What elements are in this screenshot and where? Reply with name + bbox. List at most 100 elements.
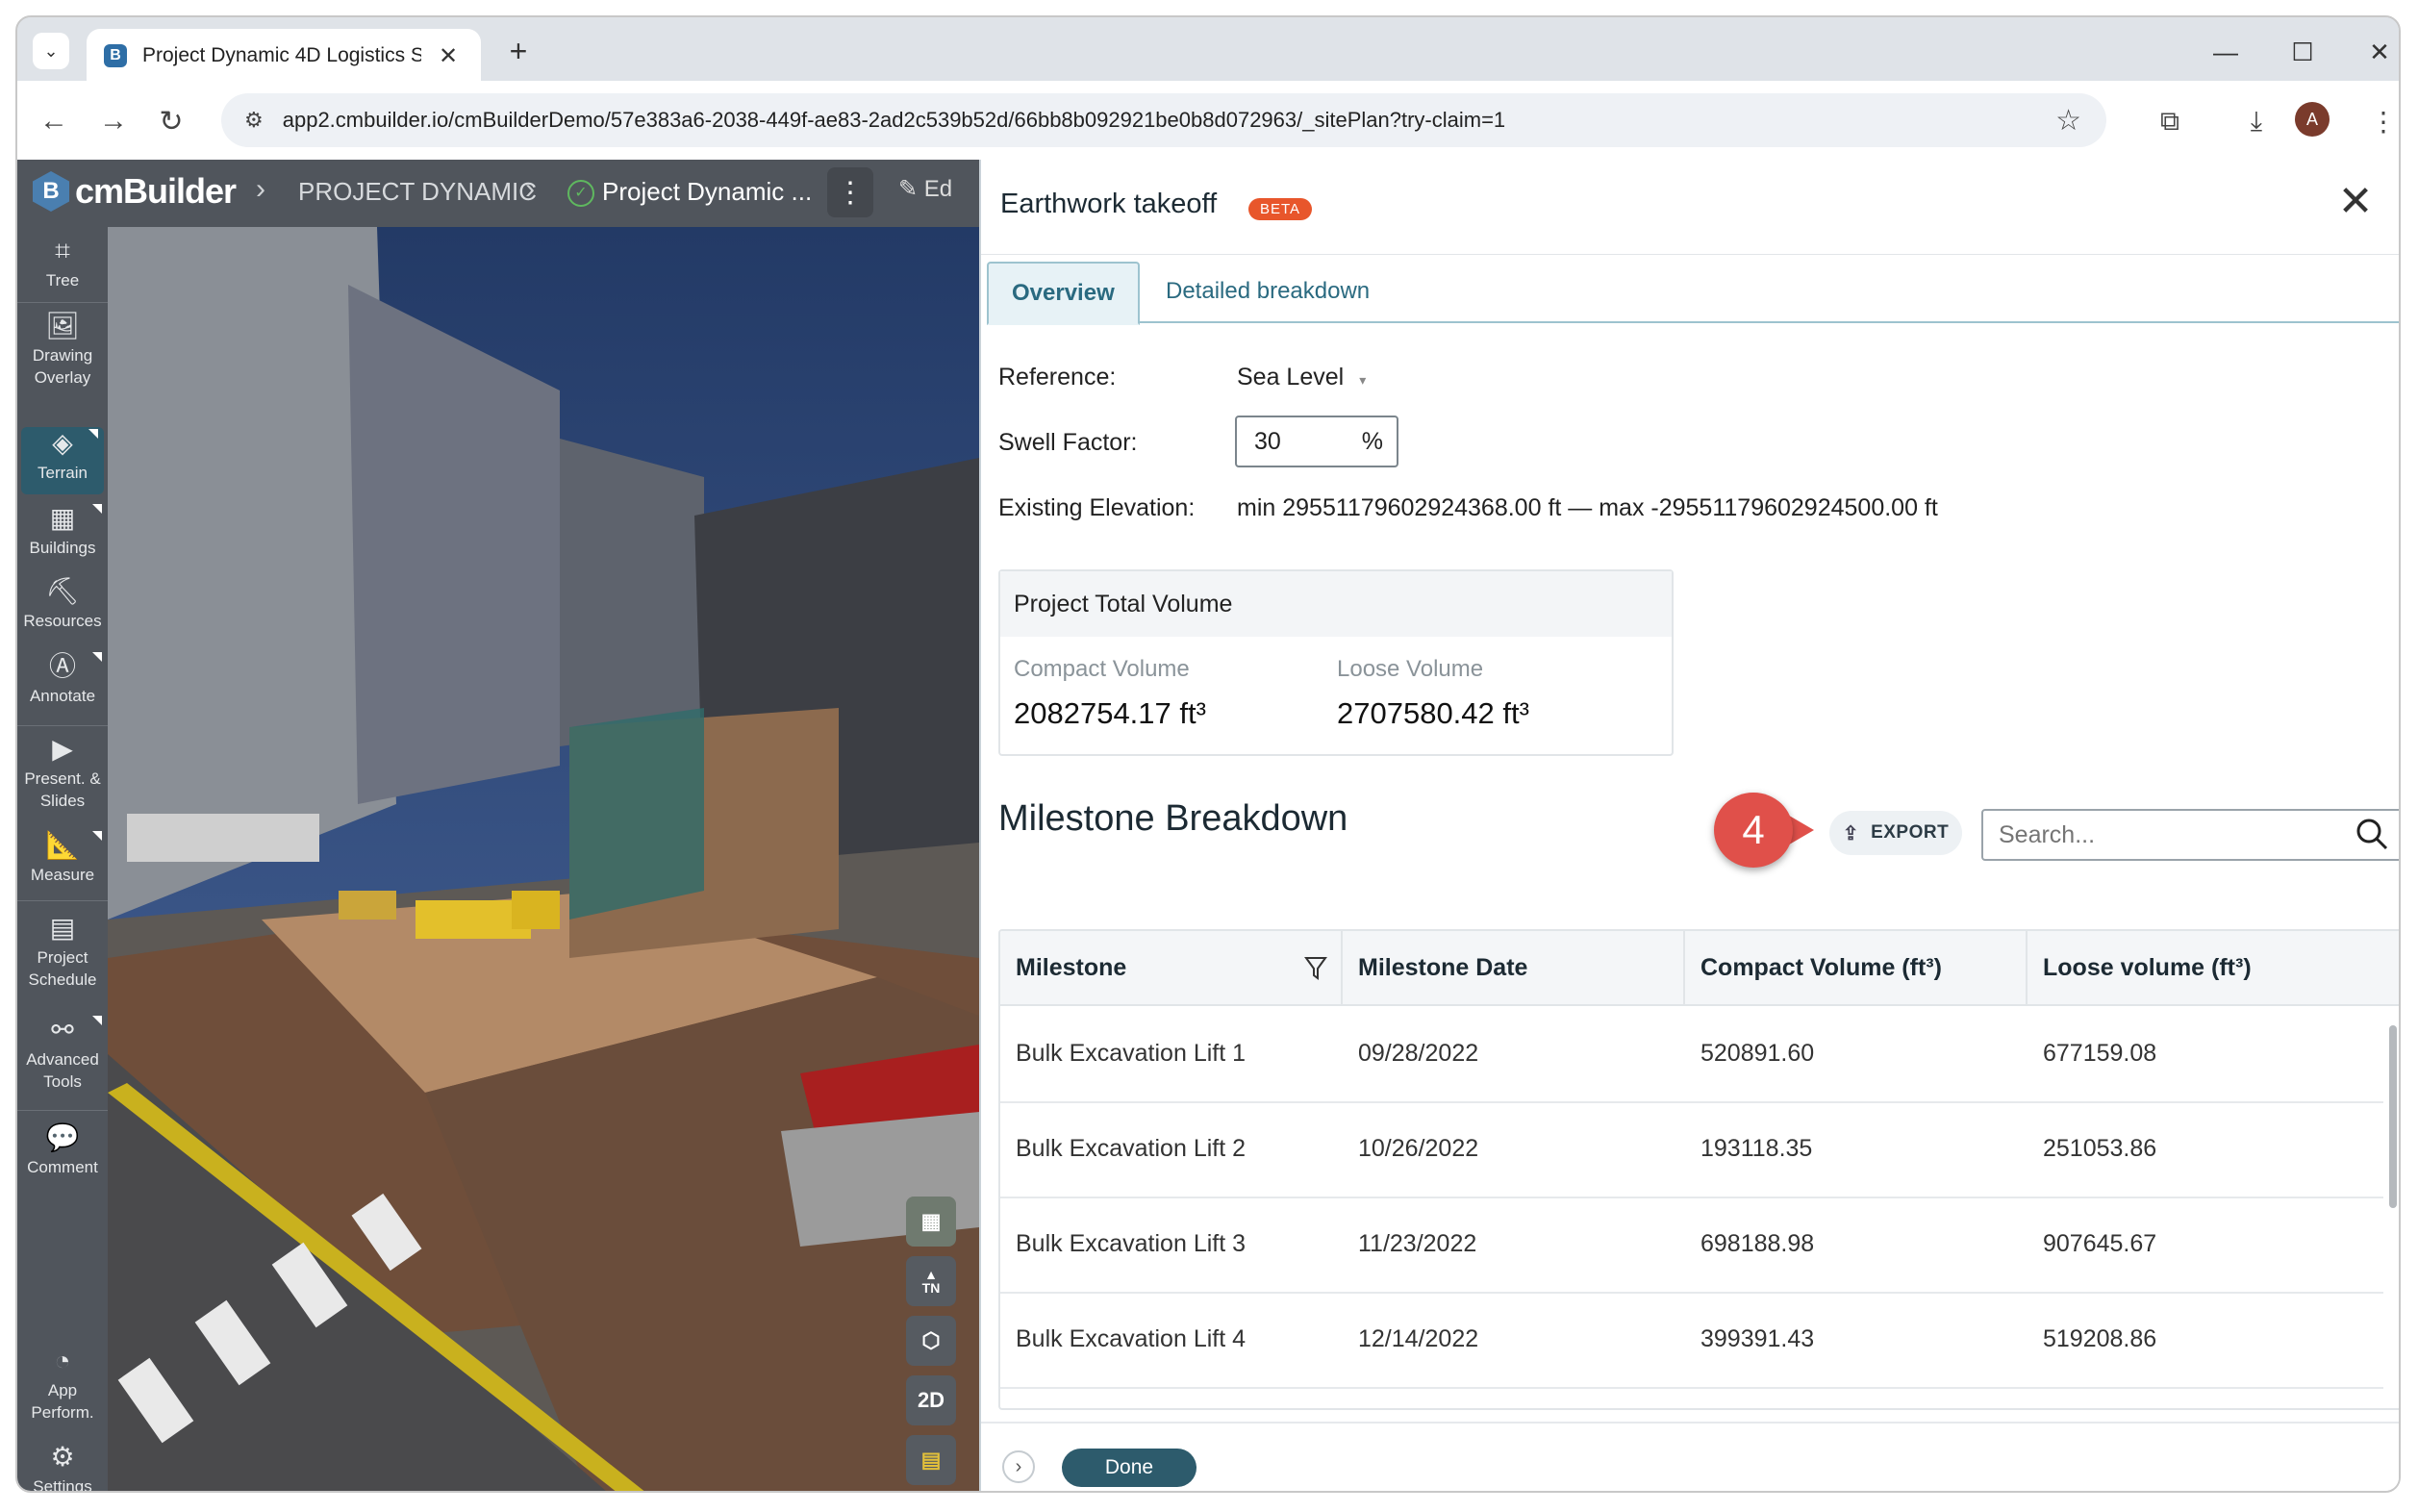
tab-detailed-breakdown[interactable]: Detailed breakdown <box>1143 262 1393 321</box>
submenu-indicator <box>92 831 102 841</box>
cmbuilder-favicon-icon: B <box>104 44 127 67</box>
tab-overview[interactable]: Overview <box>987 262 1140 325</box>
sidebar-item-annotate[interactable]: Ⓐ Annotate <box>17 650 108 707</box>
download-icon[interactable]: ⤓ <box>2237 102 2276 140</box>
swell-factor-input[interactable]: 30% <box>1235 416 1398 467</box>
sidebar-item-measure[interactable]: 📐 Measure <box>17 829 108 886</box>
done-button[interactable]: Done <box>1062 1449 1196 1487</box>
column-header-loose-volume[interactable]: Loose volume (ft³) <box>2028 931 2399 1004</box>
north-arrow-icon: ▲ <box>924 1267 938 1282</box>
close-window-button[interactable]: ✕ <box>2351 33 2399 71</box>
extensions-icon[interactable]: ⧉ <box>2151 102 2189 140</box>
sidebar-item-settings[interactable]: ⚙ Settings <box>17 1441 108 1493</box>
swell-factor-value: 30 <box>1254 427 1281 455</box>
sidebar-item-label: Comment <box>27 1158 98 1176</box>
forward-button[interactable]: → <box>92 100 135 142</box>
cell-loose-volume: 677159.08 <box>2043 1040 2157 1067</box>
expand-panel-button[interactable]: › <box>1002 1450 1035 1483</box>
image-icon: 🖼 <box>45 311 80 340</box>
north-toggle-button[interactable]: ▲ TN <box>906 1256 956 1306</box>
map-icon: ▦ <box>920 1209 942 1233</box>
pencil-icon: ✎ <box>898 176 919 202</box>
search-input[interactable] <box>1997 819 2328 850</box>
3d-viewport[interactable]: ▦ ▲ TN ⬡ 2D ▤ <box>108 227 979 1491</box>
submenu-indicator <box>88 429 98 439</box>
filter-icon[interactable] <box>1304 956 1327 981</box>
cell-loose-volume: 907645.67 <box>2043 1230 2157 1257</box>
sidebar-divider <box>17 725 108 726</box>
sidebar-item-label: Buildings <box>29 539 96 557</box>
sidebar-item-presentations[interactable]: ▶ Present. & Slides <box>17 733 108 812</box>
cell-date: 11/23/2022 <box>1358 1230 1477 1257</box>
table-scrollbar[interactable] <box>2389 1025 2397 1208</box>
sidebar-item-app-performance[interactable]: ◔ App Perform. <box>17 1345 108 1424</box>
cell-milestone: Bulk Excavation Lift 4 <box>1016 1325 1247 1352</box>
table-row[interactable]: Bulk Excavation Lift 2 10/26/2022 193118… <box>1000 1101 2383 1198</box>
minimize-button[interactable]: — <box>2197 33 2254 71</box>
project-total-volume-card: Project Total Volume Compact Volume 2082… <box>998 569 1674 756</box>
sidebar-item-comment[interactable]: 💬 Comment <box>17 1121 108 1178</box>
sidebar-item-drawing-overlay[interactable]: 🖼 Drawing Overlay <box>17 310 108 389</box>
terrain-icon: ◈ <box>52 428 73 458</box>
chevron-right-icon: › <box>1015 1455 1022 1477</box>
breadcrumb-project[interactable]: PROJECT DYNAMIC <box>298 177 537 207</box>
logo-text: cmBuilder <box>75 171 237 211</box>
cell-loose-volume: 251053.86 <box>2043 1135 2157 1162</box>
sidebar-item-buildings[interactable]: ▦ Buildings <box>17 502 108 559</box>
submenu-indicator <box>92 1016 102 1025</box>
buildings-icon: ▦ <box>49 503 76 533</box>
column-header-compact-volume[interactable]: Compact Volume (ft³) <box>1685 931 2028 1004</box>
site-settings-icon[interactable]: ⚙ <box>244 108 264 133</box>
reference-dropdown[interactable]: Sea Level ▾ <box>1237 364 1366 391</box>
app-area: B cmBuilder › PROJECT DYNAMIC › ✓ Project… <box>17 160 2399 1493</box>
existing-elevation-value: min 29551179602924368.00 ft — max -29551… <box>1237 494 1938 521</box>
sidebar-item-advanced-tools[interactable]: ⚯ Advanced Tools <box>17 1014 108 1093</box>
tab-search-dropdown[interactable]: ⌄ <box>33 33 69 69</box>
column-header-milestone-date[interactable]: Milestone Date <box>1343 931 1685 1004</box>
view-cube-button[interactable]: ⬡ <box>906 1316 956 1366</box>
maximize-button[interactable]: ☐ <box>2274 33 2331 71</box>
close-tab-icon[interactable]: ✕ <box>439 42 458 70</box>
column-header-milestone[interactable]: Milestone <box>1000 931 1343 1004</box>
address-bar[interactable]: ⚙ app2.cmbuilder.io/cmBuilderDemo/57e383… <box>221 93 2106 147</box>
ruler-icon: 📐 <box>45 830 80 860</box>
profile-avatar[interactable]: A <box>2295 102 2330 137</box>
loose-volume-label: Loose Volume <box>1337 656 1484 682</box>
more-options-button[interactable]: ⋮ <box>827 167 873 217</box>
edit-button[interactable]: ✎ Ed <box>898 175 952 203</box>
cell-milestone: Bulk Excavation Lift 3 <box>1016 1230 1247 1257</box>
loose-volume-block: Loose Volume 2707580.42 ft³ <box>1337 656 1529 731</box>
tab-title: Project Dynamic 4D Logistics Si <box>142 44 421 66</box>
back-button[interactable]: ← <box>33 100 75 142</box>
new-tab-button[interactable]: + <box>498 31 539 71</box>
close-panel-button[interactable]: ✕ <box>2331 177 2380 225</box>
browser-menu-icon[interactable]: ⋮ <box>2364 102 2399 140</box>
sidebar-item-project-schedule[interactable]: ▤ Project Schedule <box>17 912 108 991</box>
sidebar-item-resources[interactable]: ⛏ Resources <box>17 575 108 632</box>
map-layer-button[interactable]: ▦ <box>906 1197 956 1247</box>
export-button[interactable]: ⇪ EXPORT <box>1829 811 1962 855</box>
chevron-down-icon: ⌄ <box>43 40 59 61</box>
table-row[interactable]: Bulk Excavation Lift 3 11/23/2022 698188… <box>1000 1197 2383 1294</box>
browser-window: ⌄ B Project Dynamic 4D Logistics Si ✕ + … <box>15 15 2401 1493</box>
reload-button[interactable]: ↻ <box>150 100 192 142</box>
submenu-indicator <box>92 652 102 662</box>
layers-button[interactable]: ▤ <box>906 1435 956 1485</box>
search-icon[interactable] <box>2355 817 2389 851</box>
cmbuilder-logo[interactable]: B cmBuilder <box>33 171 237 212</box>
existing-elevation-label: Existing Elevation: <box>998 494 1196 521</box>
breadcrumb-current[interactable]: ✓ Project Dynamic ... <box>567 177 812 208</box>
volume-card-title: Project Total Volume <box>1000 571 1672 637</box>
browser-tab-active[interactable]: B Project Dynamic 4D Logistics Si ✕ <box>87 29 481 83</box>
logo-icon: B <box>33 171 69 212</box>
sidebar-item-terrain[interactable]: ◈ Terrain <box>21 427 104 494</box>
table-row[interactable]: Bulk Excavation Lift 1 09/28/2022 520891… <box>1000 1006 2383 1103</box>
panel-divider <box>981 254 2399 255</box>
sidebar-item-tree[interactable]: ⌗ Tree <box>17 235 108 291</box>
2d-toggle-button[interactable]: 2D <box>906 1375 956 1425</box>
sidebar-item-label: Settings <box>33 1477 92 1493</box>
table-row[interactable]: Bulk Excavation Lift 4 12/14/2022 399391… <box>1000 1292 2383 1389</box>
cell-compact-volume: 399391.43 <box>1700 1325 1815 1352</box>
chevron-right-icon: › <box>256 173 265 205</box>
bookmark-star-icon[interactable]: ☆ <box>2055 104 2081 138</box>
